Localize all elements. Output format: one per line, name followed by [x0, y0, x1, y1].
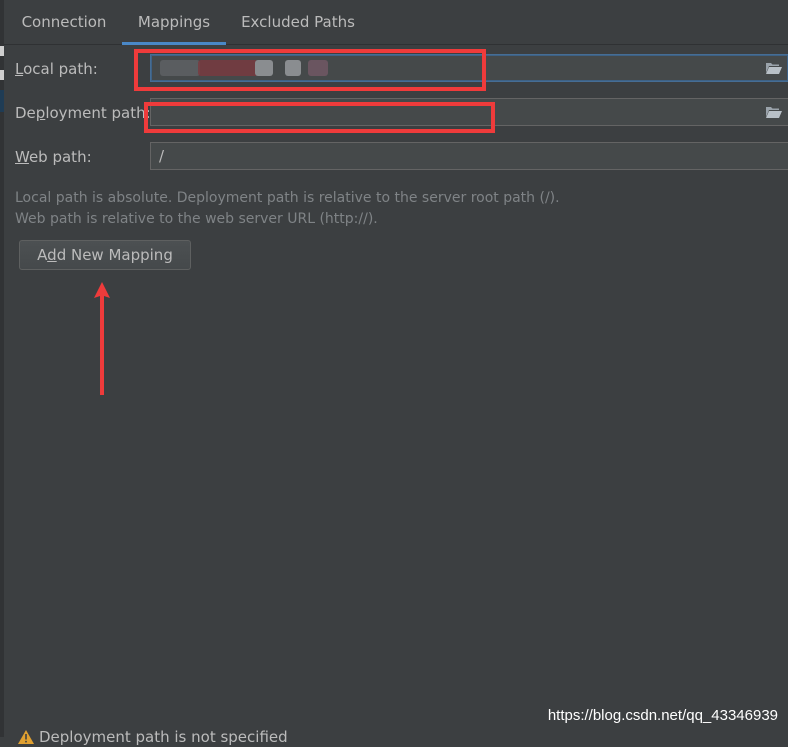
- tab-mappings[interactable]: Mappings: [122, 0, 226, 45]
- tab-excluded-paths[interactable]: Excluded Paths: [226, 0, 370, 44]
- left-panel-edge: [0, 0, 4, 737]
- hint-web-path: Web path is relative to the web server U…: [15, 211, 378, 227]
- hint-local-deployment: Local path is absolute. Deployment path …: [15, 190, 560, 206]
- annotation-box-deployment-path: [144, 102, 495, 133]
- add-new-mapping-button[interactable]: Add New Mapping: [19, 240, 191, 270]
- warning-icon: [18, 730, 34, 744]
- folder-open-icon[interactable]: [766, 62, 782, 74]
- tab-connection[interactable]: Connection: [6, 0, 122, 44]
- tab-bar: Connection Mappings Excluded Paths: [4, 0, 788, 45]
- deployment-warning: Deployment path is not specified: [18, 727, 288, 747]
- annotation-box-local-path: [134, 49, 486, 91]
- web-path-value: /: [159, 147, 165, 165]
- web-path-label: Web path:: [15, 148, 92, 166]
- web-path-field[interactable]: /: [150, 142, 788, 170]
- up-arrow-icon: [94, 282, 110, 395]
- deployment-path-label: Deployment path:: [15, 104, 151, 122]
- watermark: https://blog.csdn.net/qq_43346939: [547, 707, 778, 724]
- local-path-label: Local path:: [15, 60, 98, 78]
- folder-open-icon[interactable]: [766, 106, 782, 118]
